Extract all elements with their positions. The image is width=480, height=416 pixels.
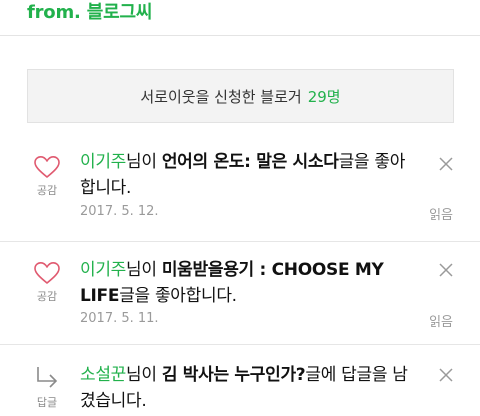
notification-date: 2017. 5. 11. [80,311,159,326]
close-icon[interactable] [439,157,453,171]
notification-message[interactable]: 이기주님이 언어의 온도: 말은 시소다글을 좋아합니다. [80,149,420,201]
notification-message[interactable]: 이기주님이 미움받을용기 : CHOOSE MY LIFE글을 좋아합니다. [80,257,420,309]
banner-count: 29명 [307,87,341,106]
read-status: 읽음 [429,315,453,330]
notification-post-title[interactable]: 김 박사는 누구인가? [162,365,306,385]
notification-user[interactable]: 이기주 [80,152,126,172]
notification-user[interactable]: 소설꾼 [80,365,126,385]
like-action[interactable]: 공감 [28,155,66,198]
notification-suffix: 글을 좋아합니다. [119,286,237,306]
banner-text: 서로이웃을 신청한 블로거 [140,87,302,106]
reply-action-label: 답글 [36,396,58,409]
notification-date: 2017. 5. 12. [80,204,159,219]
header-title: from. 블로그씨 [27,2,153,23]
notification-item[interactable]: 답글 소설꾼님이 김 박사는 누구인가?글에 답글을 남겼습니다. [0,345,480,416]
notification-particle: 님이 [126,152,162,172]
like-action[interactable]: 공감 [28,261,66,304]
header: from. 블로그씨 [0,0,480,36]
notification-post-title[interactable]: 언어의 온도: 말은 시소다 [162,152,339,172]
neighbor-request-banner[interactable]: 서로이웃을 신청한 블로거 29명 [27,69,454,123]
notification-message[interactable]: 소설꾼님이 김 박사는 누구인가?글에 답글을 남겼습니다. [80,362,420,414]
reply-action[interactable]: 답글 [28,365,66,410]
heart-icon [34,262,60,284]
like-action-label: 공감 [36,290,58,303]
like-action-label: 공감 [36,184,58,197]
notification-user[interactable]: 이기주 [80,260,126,280]
close-icon[interactable] [439,368,453,382]
notification-particle: 님이 [126,365,162,385]
notification-item[interactable]: 공감 이기주님이 언어의 온도: 말은 시소다글을 좋아합니다. 2017. 5… [0,140,480,242]
read-status: 읽음 [429,208,453,223]
notification-item[interactable]: 공감 이기주님이 미움받을용기 : CHOOSE MY LIFE글을 좋아합니다… [0,242,480,345]
reply-arrow-icon [37,367,58,388]
heart-icon [34,156,60,178]
close-icon[interactable] [439,263,453,277]
notification-particle: 님이 [126,260,162,280]
